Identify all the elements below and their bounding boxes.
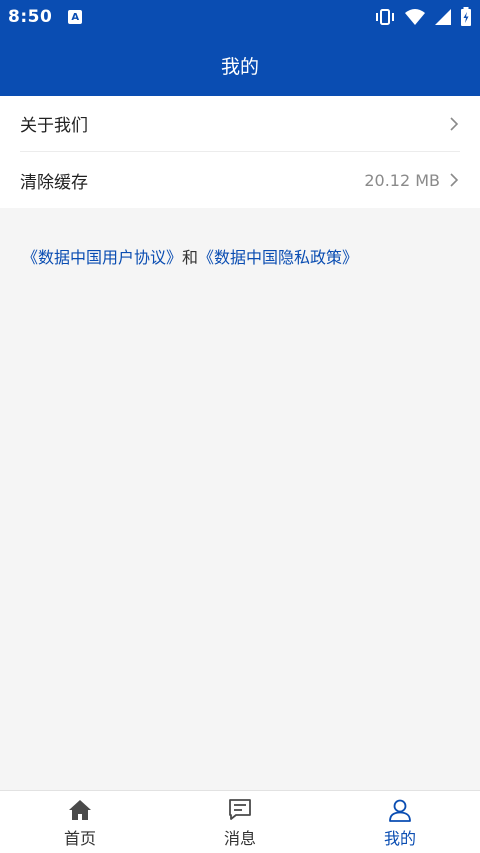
vibrate-icon (376, 9, 394, 25)
menu-item-clear-cache[interactable]: 清除缓存 20.12 MB (20, 152, 460, 208)
chevron-right-icon (450, 173, 459, 187)
privacy-policy-link[interactable]: 《数据中国隐私政策》 (198, 248, 358, 267)
screen: 8:50 A 我的 关于我们 清除缓存 20.12 MB 《数据中国用户协议》和… (0, 0, 480, 853)
message-icon (229, 799, 251, 820)
tab-messages[interactable]: 消息 (160, 791, 320, 853)
tab-label: 我的 (383, 829, 416, 848)
status-bar: 8:50 A (0, 0, 480, 34)
page-title: 我的 (220, 55, 259, 78)
app-notification-icon: A (68, 10, 83, 24)
menu-item-label: 关于我们 (20, 116, 88, 136)
battery-icon (461, 7, 471, 26)
agreement-links: 《数据中国用户协议》和《数据中国隐私政策》 (22, 244, 358, 268)
menu-item-label: 清除缓存 (20, 172, 88, 193)
menu-item-about-us[interactable]: 关于我们 (20, 96, 460, 152)
home-icon (69, 800, 91, 820)
settings-menu: 关于我们 清除缓存 20.12 MB (0, 96, 480, 208)
status-icons (374, 7, 472, 27)
user-icon (389, 799, 411, 822)
bottom-tab-bar: 首页 消息 我的 (0, 790, 480, 853)
chevron-right-icon (450, 116, 459, 131)
status-time: 8:50 (8, 7, 53, 27)
user-agreement-link[interactable]: 《数据中国用户协议》 (22, 248, 182, 267)
tab-mine[interactable]: 我的 (320, 791, 480, 853)
wifi-icon (405, 9, 425, 25)
tab-home[interactable]: 首页 (0, 791, 160, 853)
cell-signal-icon (435, 9, 451, 25)
links-separator: 和 (182, 248, 199, 267)
tab-label: 消息 (223, 829, 256, 848)
header: 我的 (0, 34, 480, 96)
tab-label: 首页 (63, 829, 96, 848)
cache-size-value: 20.12 MB (364, 170, 440, 190)
